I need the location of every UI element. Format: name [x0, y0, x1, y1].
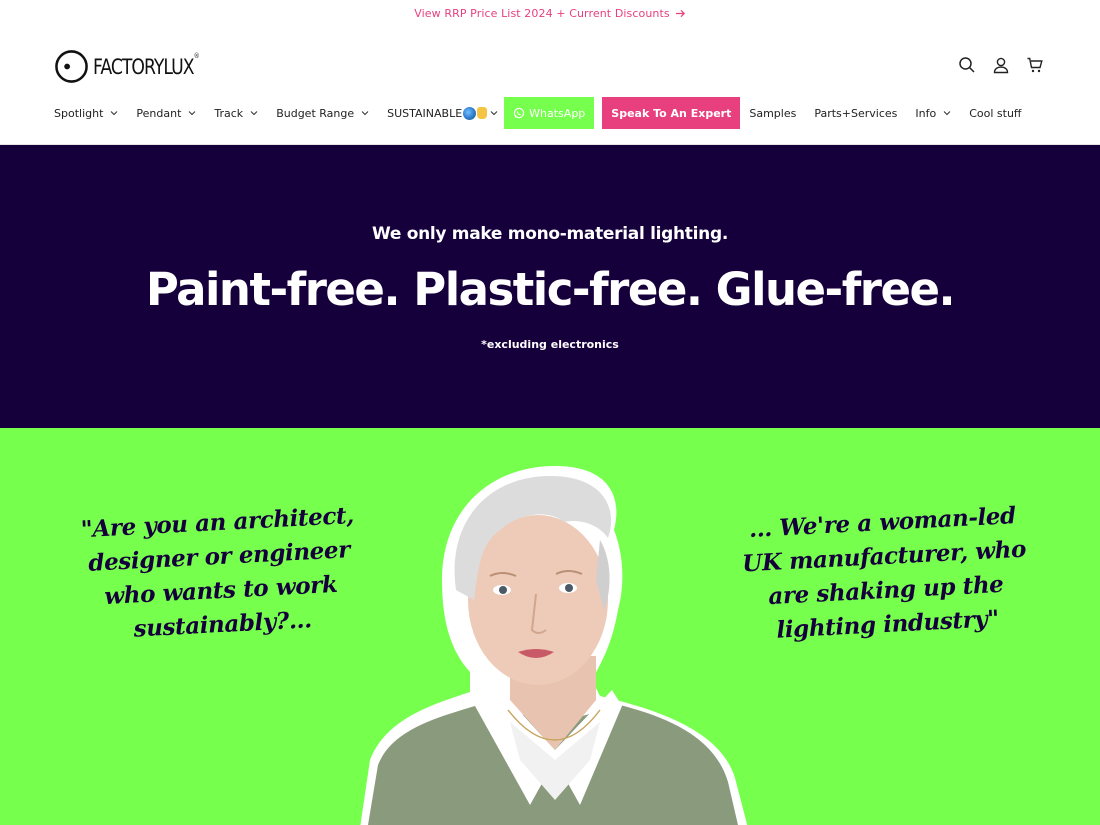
hero-title: Paint-free. Plastic-free. Glue-free.: [145, 263, 956, 316]
nav-parts-label: Parts+Services: [814, 106, 898, 120]
nav-spotlight-label: Spotlight: [54, 106, 104, 120]
cart-icon[interactable]: [1026, 56, 1044, 74]
nav-samples-label: Samples: [749, 106, 797, 120]
announcement-text: View RRP Price List 2024 + Current Disco…: [414, 6, 670, 20]
nav-spotlight[interactable]: Spotlight: [54, 97, 118, 129]
nav-budget-range[interactable]: Budget Range: [276, 97, 369, 129]
nav-info[interactable]: Info: [915, 97, 951, 129]
header-actions: [958, 56, 1044, 74]
nav-samples[interactable]: Samples: [749, 97, 796, 129]
nav-sustainable-label: SUSTAINABLE: [387, 106, 463, 120]
brand-logo[interactable]: FACTORYLUX ®: [54, 49, 216, 84]
site-header: FACTORYLUX ® Spotlight Pendant Track Budg…: [0, 26, 1100, 145]
main-nav: Spotlight Pendant Track Budget Range SUS…: [54, 97, 1046, 129]
whatsapp-button[interactable]: WhatsApp: [504, 97, 595, 129]
video-section[interactable]: "Are you an architect, designer or engin…: [0, 428, 1100, 825]
speak-to-expert-button[interactable]: Speak To An Expert: [602, 97, 741, 129]
nav-budget-label: Budget Range: [276, 106, 355, 120]
announcement-bar: View RRP Price List 2024 + Current Disco…: [0, 0, 1100, 26]
hero-banner: We only make mono-material lighting. Pai…: [0, 145, 1100, 428]
chevron-down-icon: [943, 109, 951, 117]
hero-subtitle: We only make mono-material lighting.: [372, 224, 728, 244]
chevron-down-icon: [250, 109, 258, 117]
brand-name: FACTORYLUX ®: [93, 51, 199, 79]
registered-mark: ®: [193, 51, 200, 60]
whatsapp-label: WhatsApp: [529, 106, 586, 120]
nav-parts-services[interactable]: Parts+Services: [814, 97, 897, 129]
expert-label: Speak To An Expert: [611, 106, 732, 120]
presenter-portrait: [350, 460, 755, 825]
logo-mark-icon: [54, 49, 89, 84]
quote-right: ... We're a woman-led UK manufacturer, w…: [741, 502, 1027, 644]
quote-left: "Are you an architect, designer or engin…: [80, 501, 355, 643]
nav-track[interactable]: Track: [214, 97, 258, 129]
chevron-down-icon: [188, 109, 196, 117]
nav-pendant[interactable]: Pendant: [136, 97, 196, 129]
arrow-right-icon: [675, 9, 685, 17]
raised-hands-emoji-icon: [477, 107, 488, 119]
nav-track-label: Track: [214, 106, 244, 120]
chevron-down-icon: [490, 109, 498, 117]
nav-pendant-label: Pendant: [136, 106, 182, 120]
price-list-link[interactable]: View RRP Price List 2024 + Current Disco…: [414, 7, 686, 20]
hero-footnote: *excluding electronics: [481, 338, 619, 351]
earth-emoji-icon: [463, 106, 477, 120]
whatsapp-icon: [513, 107, 525, 119]
nav-cool-stuff[interactable]: Cool stuff: [969, 97, 1021, 129]
search-icon[interactable]: [958, 56, 976, 74]
account-icon[interactable]: [992, 56, 1010, 74]
chevron-down-icon: [110, 109, 118, 117]
nav-sustainable[interactable]: SUSTAINABLE: [387, 97, 498, 129]
nav-cool-label: Cool stuff: [969, 106, 1022, 120]
nav-info-label: Info: [915, 106, 937, 120]
chevron-down-icon: [361, 109, 369, 117]
